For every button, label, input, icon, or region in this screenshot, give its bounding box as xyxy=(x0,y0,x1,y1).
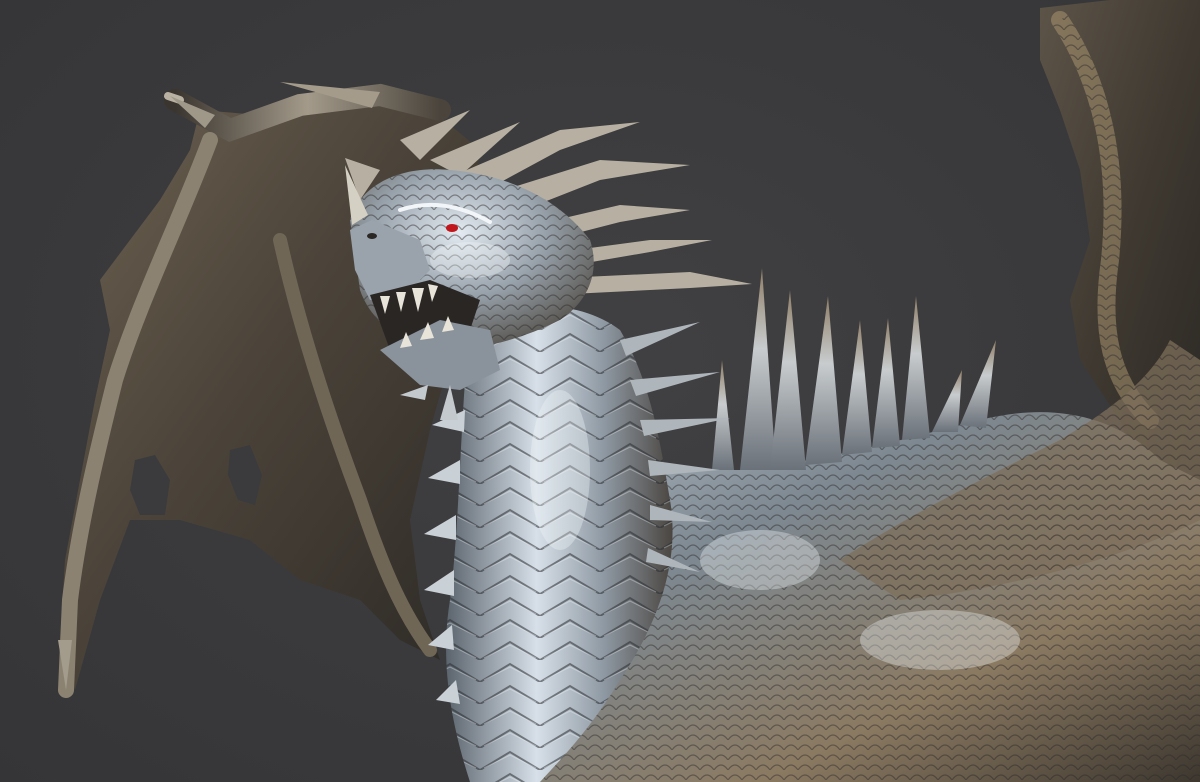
sculpt-viewport xyxy=(0,0,1200,782)
dragon-render xyxy=(58,0,1200,782)
dragon-eye xyxy=(446,224,458,232)
